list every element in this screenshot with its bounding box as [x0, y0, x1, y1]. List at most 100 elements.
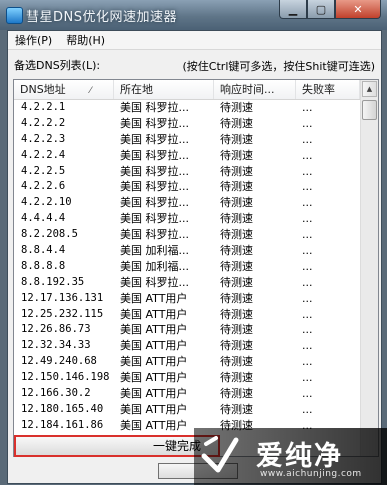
location-cell: 美国 科罗拉...	[120, 275, 189, 289]
response-time-cell: 待测速	[220, 371, 253, 385]
fail-rate-cell: ...	[302, 323, 313, 337]
location-cell: 美国 ATT用户	[120, 323, 188, 337]
table-row[interactable]: 12.166.30.2 美国 ATT用户 待测速...	[14, 386, 360, 402]
dns-address-cell: 8.8.8.8	[21, 259, 66, 272]
dns-address-cell: 12.25.232.115	[21, 307, 104, 320]
fail-rate-cell: ...	[302, 291, 313, 305]
menu-help[interactable]: 帮助(H)	[59, 32, 112, 48]
minimize-button[interactable]: ▁	[279, 0, 307, 19]
close-button[interactable]: ✕	[335, 0, 381, 19]
fail-rate-cell: ...	[302, 355, 313, 369]
response-time-cell: 待测速	[220, 323, 253, 337]
table-row[interactable]: 4.2.2.10 美国 科罗拉... 待测速...	[14, 195, 360, 211]
response-time-cell: 待测速	[220, 307, 253, 321]
menu-operate[interactable]: 操作(P)	[8, 32, 59, 48]
dns-address-cell: 12.49.240.68	[21, 355, 97, 368]
table-row[interactable]: 4.2.2.6 美国 科罗拉... 待测速...	[14, 179, 360, 195]
table-row[interactable]: 12.180.165.40 美国 ATT用户 待测速...	[14, 402, 360, 418]
dns-address-cell: 12.32.34.33	[21, 339, 91, 352]
watermark-logo-icon	[201, 436, 239, 473]
location-cell: 美国 ATT用户	[120, 339, 188, 353]
dns-address-cell: 12.150.146.198	[21, 371, 110, 384]
one-click-button-label: 一键完成	[152, 439, 201, 453]
list-header: DNS地址 ⁄ 所在地 响应时间... 失败率	[14, 80, 360, 100]
location-cell: 美国 科罗拉...	[120, 180, 189, 194]
response-time-cell: 待测速	[220, 180, 253, 194]
response-time-cell: 待测速	[220, 291, 253, 305]
table-row[interactable]: 12.150.146.198 美国 ATT用户 待测速...	[14, 370, 360, 386]
column-response-time[interactable]: 响应时间...	[214, 80, 296, 99]
location-cell: 美国 科罗拉...	[120, 228, 189, 242]
response-time-cell: 待测速	[220, 339, 253, 353]
location-cell: 美国 ATT用户	[120, 355, 188, 369]
table-row[interactable]: 8.8.192.35 美国 科罗拉... 待测速...	[14, 275, 360, 291]
location-cell: 美国 ATT用户	[120, 291, 188, 305]
scroll-up-icon[interactable]: ▲	[362, 81, 377, 97]
response-time-cell: 待测速	[220, 275, 253, 289]
fail-rate-cell: ...	[302, 164, 313, 178]
table-row[interactable]: 12.25.232.115 美国 ATT用户 待测速...	[14, 307, 360, 323]
one-click-button[interactable]: 一键完成	[14, 435, 220, 457]
sort-arrow-icon: ⁄	[89, 86, 92, 96]
table-row[interactable]: 12.26.86.73 美国 ATT用户 待测速...	[14, 322, 360, 338]
fail-rate-cell: ...	[302, 275, 313, 289]
title-bar[interactable]: 彗星DNS优化网速加速器 ▁ ▢ ✕	[0, 0, 387, 30]
dns-address-cell: 12.26.86.73	[21, 323, 91, 336]
client-area: 操作(P) 帮助(H) 备选DNS列表(L): (按住Ctrl键可多选，按住Sh…	[7, 30, 382, 484]
fail-rate-cell: ...	[302, 307, 313, 321]
dns-address-cell: 8.8.192.35	[21, 275, 85, 288]
maximize-button[interactable]: ▢	[307, 0, 335, 19]
table-row[interactable]: 12.49.240.68 美国 ATT用户 待测速...	[14, 354, 360, 370]
location-cell: 美国 ATT用户	[120, 387, 188, 401]
fail-rate-cell: ...	[302, 180, 313, 194]
fail-rate-cell: ...	[302, 402, 313, 416]
dns-list-label: 备选DNS列表(L):	[14, 59, 101, 72]
table-row[interactable]: 8.2.208.5 美国 科罗拉... 待测速...	[14, 227, 360, 243]
table-row[interactable]: 8.8.8.8 美国 加利福... 待测速...	[14, 259, 360, 275]
response-time-cell: 待测速	[220, 196, 253, 210]
response-time-cell: 待测速	[220, 259, 253, 273]
fail-rate-cell: ...	[302, 371, 313, 385]
location-cell: 美国 ATT用户	[120, 402, 188, 416]
location-cell: 美国 科罗拉...	[120, 164, 189, 178]
dns-address-cell: 4.2.2.5	[21, 164, 66, 177]
table-row[interactable]: 8.8.4.4 美国 加利福... 待测速...	[14, 243, 360, 259]
dns-list[interactable]: DNS地址 ⁄ 所在地 响应时间... 失败率 4.2.2.1 美国 科罗拉... 待…	[13, 79, 379, 457]
fail-rate-cell: ...	[302, 259, 313, 273]
location-cell: 美国 科罗拉...	[120, 132, 189, 146]
response-time-cell: 待测速	[220, 402, 253, 416]
table-row[interactable]: 4.2.2.2 美国 科罗拉... 待测速...	[14, 116, 360, 132]
scroll-thumb[interactable]	[362, 100, 377, 120]
column-dns-address-label: DNS地址	[20, 83, 66, 96]
dns-address-cell: 4.4.4.4	[21, 212, 66, 225]
column-dns-address[interactable]: DNS地址 ⁄	[14, 80, 114, 99]
dns-address-cell: 4.2.2.10	[21, 196, 72, 209]
fail-rate-cell: ...	[302, 339, 313, 353]
response-time-cell: 待测速	[220, 387, 253, 401]
vertical-scrollbar[interactable]: ▲	[360, 80, 378, 456]
table-row[interactable]: 12.17.136.131 美国 ATT用户 待测速...	[14, 291, 360, 307]
column-fail-rate[interactable]: 失败率	[296, 80, 360, 99]
column-location[interactable]: 所在地	[114, 80, 214, 99]
table-row[interactable]: 4.2.2.5 美国 科罗拉... 待测速...	[14, 164, 360, 180]
fail-rate-cell: ...	[302, 101, 313, 114]
fail-rate-cell: ...	[302, 244, 313, 258]
table-row[interactable]: 12.32.34.33 美国 ATT用户 待测速...	[14, 338, 360, 354]
table-row[interactable]: 4.2.2.1 美国 科罗拉... 待测速...	[14, 100, 360, 116]
app-icon	[6, 7, 23, 24]
location-cell: 美国 ATT用户	[120, 371, 188, 385]
window-title: 彗星DNS优化网速加速器	[26, 10, 177, 25]
response-time-cell: 待测速	[220, 132, 253, 146]
response-time-cell: 待测速	[220, 244, 253, 258]
fail-rate-cell: ...	[302, 228, 313, 242]
table-row[interactable]: 4.2.2.3 美国 科罗拉... 待测速...	[14, 132, 360, 148]
fail-rate-cell: ...	[302, 387, 313, 401]
response-time-cell: 待测速	[220, 212, 253, 226]
location-cell: 美国 科罗拉...	[120, 212, 189, 226]
response-time-cell: 待测速	[220, 101, 253, 114]
table-row[interactable]: 4.2.2.4 美国 科罗拉... 待测速...	[14, 148, 360, 164]
table-row[interactable]: 4.4.4.4 美国 科罗拉... 待测速...	[14, 211, 360, 227]
location-cell: 美国 科罗拉...	[120, 196, 189, 210]
location-cell: 美国 加利福...	[120, 259, 189, 273]
watermark: 爱纯净 www.aichunjing.com	[194, 428, 387, 485]
